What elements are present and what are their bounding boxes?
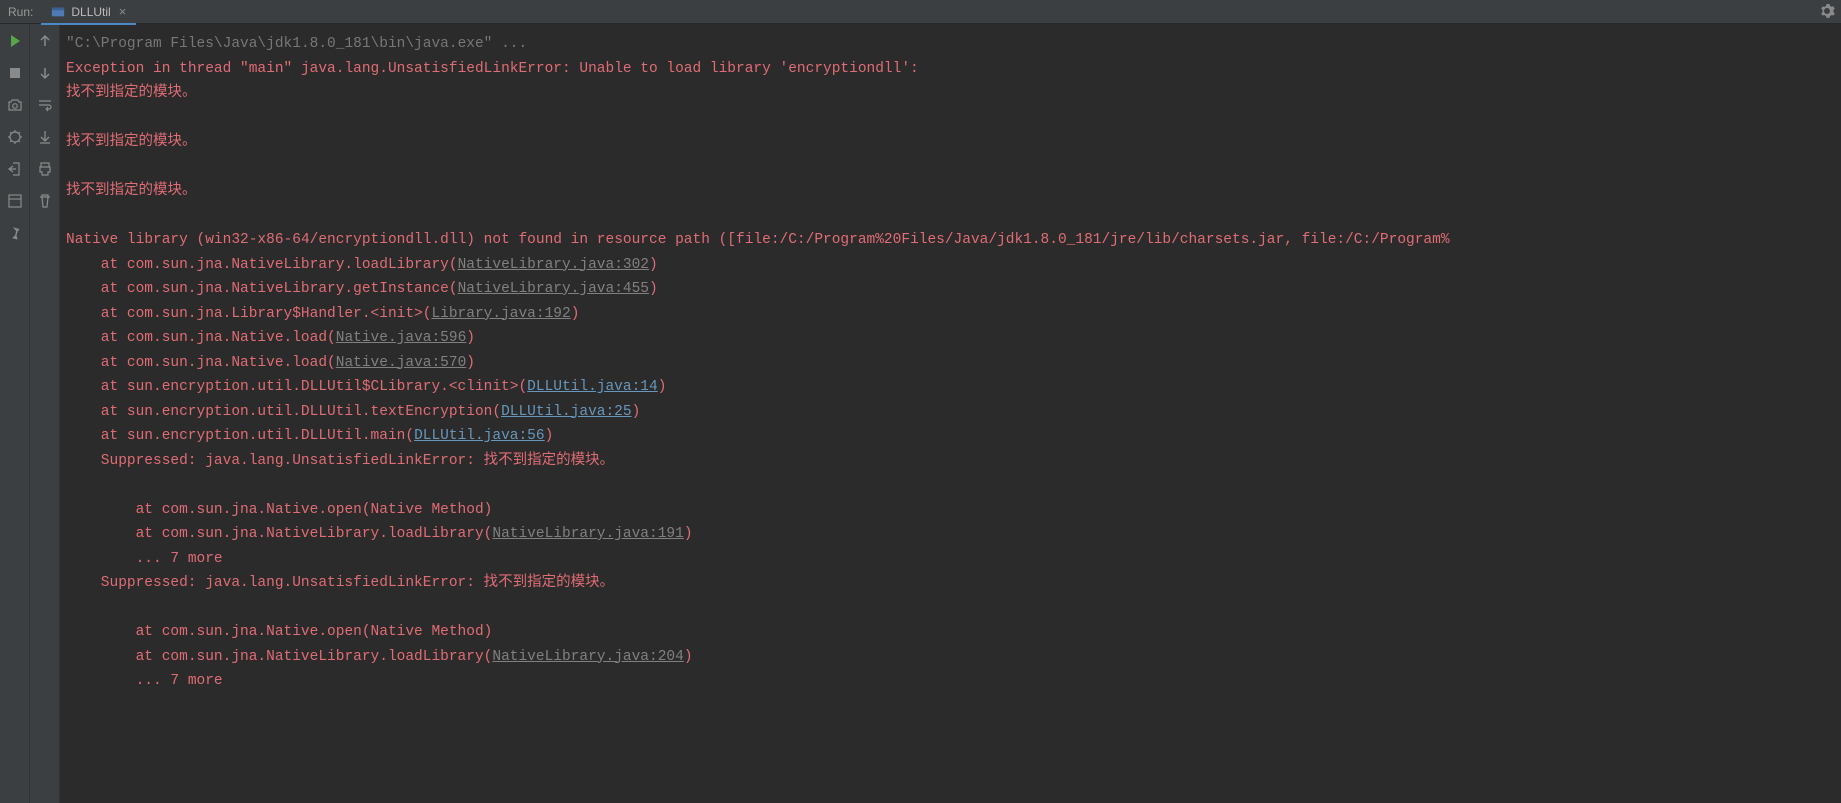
console-line: 找不到指定的模块。 — [66, 130, 1841, 155]
layout-icon[interactable] — [6, 192, 24, 210]
exit-icon[interactable] — [6, 160, 24, 178]
source-link[interactable]: Library.java:192 — [431, 306, 570, 322]
source-link[interactable]: Native.java:596 — [336, 330, 467, 346]
stack-frame: at com.sun.jna.NativeLibrary.getInstance… — [101, 281, 458, 297]
console-line: at com.sun.jna.Library$Handler.<init>(Li… — [66, 302, 1841, 327]
console-line — [66, 596, 1841, 621]
suppressed-line: Suppressed: java.lang.UnsatisfiedLinkErr… — [101, 453, 614, 469]
console-line: Exception in thread "main" java.lang.Uns… — [66, 57, 1841, 82]
console-line: at sun.encryption.util.DLLUtil.textEncry… — [66, 400, 1841, 425]
stack-frame: at sun.encryption.util.DLLUtil.main( — [101, 428, 414, 444]
exception-line: Exception in thread "main" java.lang.Uns… — [66, 61, 919, 77]
console-line — [66, 106, 1841, 131]
stack-frame: at com.sun.jna.Native.load( — [101, 355, 336, 371]
console-line: at com.sun.jna.NativeLibrary.loadLibrary… — [66, 522, 1841, 547]
source-link[interactable]: NativeLibrary.java:204 — [492, 649, 683, 665]
console-line: Suppressed: java.lang.UnsatisfiedLinkErr… — [66, 449, 1841, 474]
console-line: 找不到指定的模块。 — [66, 179, 1841, 204]
module-not-found: 找不到指定的模块。 — [66, 134, 197, 150]
stack-frame: at sun.encryption.util.DLLUtil$CLibrary.… — [101, 379, 527, 395]
console-line: Native library (win32-x86-64/encryptiond… — [66, 228, 1841, 253]
console-line: at sun.encryption.util.DLLUtil.main(DLLU… — [66, 424, 1841, 449]
native-line: Native library (win32-x86-64/encryptiond… — [66, 232, 1450, 248]
run-header: Run: DLLUtil × — [0, 0, 1841, 24]
source-link[interactable]: NativeLibrary.java:455 — [458, 281, 649, 297]
camera-icon[interactable] — [6, 96, 24, 114]
console-line: at com.sun.jna.Native.load(Native.java:5… — [66, 351, 1841, 376]
console-line: at sun.encryption.util.DLLUtil$CLibrary.… — [66, 375, 1841, 400]
run-label: Run: — [0, 5, 41, 19]
console-line: at com.sun.jna.Native.open(Native Method… — [66, 620, 1841, 645]
scroll-to-end-icon[interactable] — [36, 128, 54, 146]
toolbar-col-2 — [30, 24, 60, 803]
source-link[interactable]: NativeLibrary.java:191 — [492, 526, 683, 542]
softwrap-icon[interactable] — [36, 96, 54, 114]
stack-frame: at sun.encryption.util.DLLUtil.textEncry… — [101, 404, 501, 420]
console-line: at com.sun.jna.NativeLibrary.loadLibrary… — [66, 253, 1841, 278]
debug-icon[interactable] — [6, 128, 24, 146]
cmd-line: "C:\Program Files\Java\jdk1.8.0_181\bin\… — [66, 36, 527, 52]
module-not-found: 找不到指定的模块。 — [66, 85, 197, 101]
console-line — [66, 473, 1841, 498]
stop-icon[interactable] — [6, 64, 24, 82]
print-icon[interactable] — [36, 160, 54, 178]
source-link[interactable]: Native.java:570 — [336, 355, 467, 371]
console-line: ... 7 more — [66, 547, 1841, 572]
console-line — [66, 155, 1841, 180]
up-icon[interactable] — [36, 32, 54, 50]
console-line: 找不到指定的模块。 — [66, 81, 1841, 106]
stack-frame: at com.sun.jna.Native.load( — [101, 330, 336, 346]
source-link[interactable]: NativeLibrary.java:302 — [458, 257, 649, 273]
stack-frame: at com.sun.jna.Native.open(Native Method… — [136, 502, 493, 518]
console-line: Suppressed: java.lang.UnsatisfiedLinkErr… — [66, 571, 1841, 596]
source-link[interactable]: DLLUtil.java:14 — [527, 379, 658, 395]
source-link[interactable]: DLLUtil.java:56 — [414, 428, 545, 444]
console-line: at com.sun.jna.NativeLibrary.getInstance… — [66, 277, 1841, 302]
gear-icon[interactable] — [1819, 3, 1835, 22]
source-link[interactable]: DLLUtil.java:25 — [501, 404, 632, 420]
console-line — [66, 204, 1841, 229]
stack-frame: at com.sun.jna.Native.open(Native Method… — [136, 624, 493, 640]
stack-frame: at com.sun.jna.NativeLibrary.loadLibrary… — [136, 526, 493, 542]
module-not-found: 找不到指定的模块。 — [66, 183, 197, 199]
console-line: at com.sun.jna.NativeLibrary.loadLibrary… — [66, 645, 1841, 670]
pin-icon[interactable] — [6, 224, 24, 242]
stack-frame: ... 7 more — [136, 551, 223, 567]
toolbar-col-1 — [0, 24, 30, 803]
app-icon — [51, 5, 65, 19]
console-line: ... 7 more — [66, 669, 1841, 694]
console-line: "C:\Program Files\Java\jdk1.8.0_181\bin\… — [66, 32, 1841, 57]
run-tab[interactable]: DLLUtil × — [41, 1, 136, 25]
console-line: at com.sun.jna.Native.load(Native.java:5… — [66, 326, 1841, 351]
down-icon[interactable] — [36, 64, 54, 82]
stack-frame: at com.sun.jna.NativeLibrary.loadLibrary… — [101, 257, 458, 273]
tab-label: DLLUtil — [71, 5, 110, 19]
rerun-icon[interactable] — [6, 32, 24, 50]
console-line: at com.sun.jna.Native.open(Native Method… — [66, 498, 1841, 523]
stack-frame: at com.sun.jna.Library$Handler.<init>( — [101, 306, 432, 322]
suppressed-line: Suppressed: java.lang.UnsatisfiedLinkErr… — [101, 575, 614, 591]
stack-frame: ... 7 more — [136, 673, 223, 689]
console-output[interactable]: "C:\Program Files\Java\jdk1.8.0_181\bin\… — [60, 24, 1841, 803]
close-icon[interactable]: × — [119, 5, 127, 18]
trash-icon[interactable] — [36, 192, 54, 210]
stack-frame: at com.sun.jna.NativeLibrary.loadLibrary… — [136, 649, 493, 665]
